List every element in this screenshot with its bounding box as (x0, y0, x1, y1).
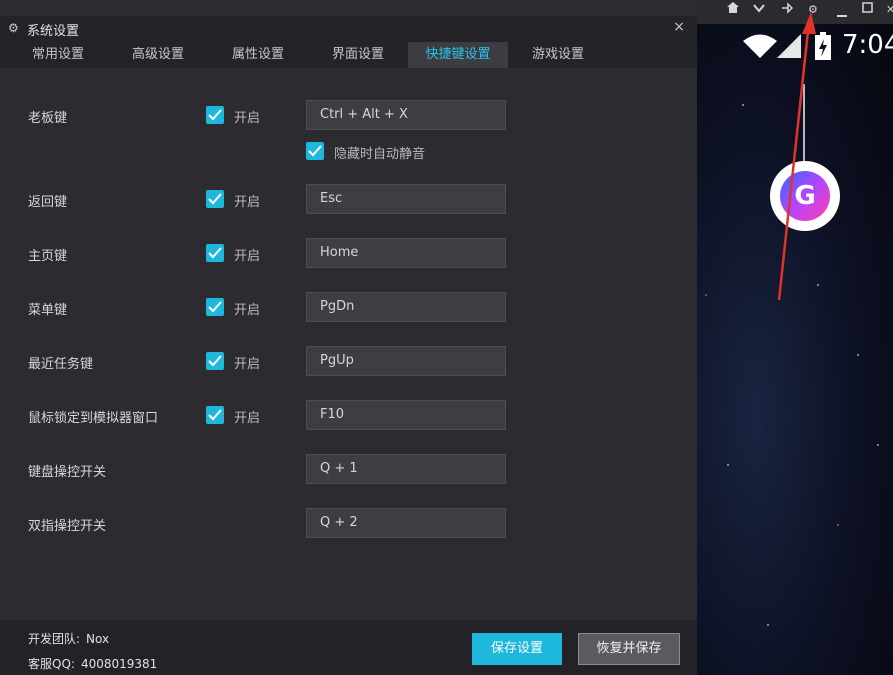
home-icon[interactable] (727, 2, 739, 18)
recent-key-field[interactable]: PgUp (306, 346, 506, 376)
tab-shortcuts[interactable]: 快捷键设置 (408, 42, 508, 68)
qq-label: 客服QQ: (28, 657, 75, 671)
keyboard-toggle-field[interactable]: Q + 1 (306, 454, 506, 484)
restore-and-save-button[interactable]: 恢复并保存 (578, 633, 680, 665)
menu-key-label: 菜单键 (28, 303, 68, 318)
status-clock: 7:04 (842, 30, 893, 60)
home-key-label: 主页键 (28, 249, 68, 264)
check-icon (308, 145, 322, 157)
keyboard-toggle-label: 键盘操控开关 (28, 465, 107, 480)
check-icon (208, 247, 222, 259)
star (767, 624, 769, 626)
recent-key-enable-label: 开启 (234, 357, 261, 372)
star (705, 294, 707, 296)
back-key-label: 返回键 (28, 195, 68, 210)
recent-key-label: 最近任务键 (28, 357, 94, 372)
team-value: Nox (86, 632, 110, 646)
star (877, 444, 879, 446)
tab-advanced[interactable]: 高级设置 (108, 42, 208, 68)
two-finger-toggle-label: 双指操控开关 (28, 519, 107, 534)
qq-info: 客服QQ: 4008019381 (28, 655, 157, 672)
signal-icon (777, 34, 801, 58)
tab-interface[interactable]: 界面设置 (308, 42, 408, 68)
boss-key-enable-label: 开启 (234, 111, 261, 126)
check-icon (208, 193, 222, 205)
dialog-title: 系统设置 (27, 24, 80, 39)
tab-game[interactable]: 游戏设置 (508, 42, 608, 68)
chevron-down-icon[interactable] (753, 2, 765, 18)
app-icon-letter: G (794, 181, 816, 211)
mouse-lock-key-field[interactable]: F10 (306, 400, 506, 430)
qq-value: 4008019381 (80, 657, 158, 671)
battery-charging-icon (815, 32, 831, 60)
two-finger-toggle-field[interactable]: Q + 2 (306, 508, 506, 538)
dialog-titlebar[interactable]: ⚙ 系统设置 × (0, 16, 697, 42)
android-status-bar: 7:04 (697, 24, 893, 68)
gear-icon[interactable]: ⚙ (808, 2, 818, 18)
home-key-field[interactable]: Home (306, 238, 506, 268)
wifi-icon (743, 34, 777, 58)
home-key-enable-checkbox[interactable] (206, 244, 224, 262)
close-icon[interactable]: × (673, 19, 685, 35)
tab-properties[interactable]: 属性设置 (208, 42, 308, 68)
app-string (803, 84, 805, 164)
star (817, 284, 819, 286)
check-icon (208, 409, 222, 421)
home-key-enable-label: 开启 (234, 249, 261, 264)
mute-on-hide-label: 隐藏时自动静音 (334, 147, 426, 162)
android-screen[interactable]: 7:04 G (697, 24, 893, 675)
tab-bar: 常用设置 高级设置 属性设置 界面设置 快捷键设置 游戏设置 (0, 42, 697, 68)
team-label: 开发团队: (28, 632, 81, 646)
menu-key-enable-checkbox[interactable] (206, 298, 224, 316)
minimize-icon[interactable] (837, 6, 847, 22)
star (857, 354, 859, 356)
pin-icon[interactable] (781, 2, 794, 19)
check-icon (208, 355, 222, 367)
boss-key-enable-checkbox[interactable] (206, 106, 224, 124)
shortcuts-panel: 老板键 开启 Ctrl + Alt + X 隐藏时自动静音 返回键 开启 Esc… (0, 68, 697, 620)
menu-key-field[interactable]: PgDn (306, 292, 506, 322)
boss-key-label: 老板键 (28, 111, 68, 126)
check-icon (208, 301, 222, 313)
app-icon-logo: G (780, 171, 830, 221)
emulator-toolbar: ⚙ ✕ (697, 0, 893, 24)
recent-key-enable-checkbox[interactable] (206, 352, 224, 370)
gear-icon: ⚙ (8, 21, 19, 35)
menu-key-enable-label: 开启 (234, 303, 261, 318)
check-icon (208, 109, 222, 121)
maximize-icon[interactable] (862, 2, 873, 18)
boss-key-field[interactable]: Ctrl + Alt + X (306, 100, 506, 130)
app-icon[interactable]: G (770, 161, 840, 231)
star (727, 464, 729, 466)
mouse-lock-key-label: 鼠标锁定到模拟器窗口 (28, 411, 159, 426)
back-key-enable-label: 开启 (234, 195, 261, 210)
close-icon[interactable]: ✕ (886, 2, 893, 18)
mute-on-hide-checkbox[interactable] (306, 142, 324, 160)
mouse-lock-key-enable-label: 开启 (234, 411, 261, 426)
star (742, 104, 744, 106)
star (837, 524, 839, 526)
tab-general[interactable]: 常用设置 (8, 42, 108, 68)
screen: ⚙ 系统设置 × 常用设置 高级设置 属性设置 界面设置 快捷键设置 游戏设置 … (0, 0, 893, 675)
mouse-lock-key-enable-checkbox[interactable] (206, 406, 224, 424)
team-info: 开发团队: Nox (28, 630, 109, 647)
settings-dialog: ⚙ 系统设置 × 常用设置 高级设置 属性设置 界面设置 快捷键设置 游戏设置 … (0, 0, 697, 675)
save-settings-button[interactable]: 保存设置 (472, 633, 562, 665)
dialog-footer: 开发团队: Nox 客服QQ: 4008019381 保存设置 恢复并保存 (0, 620, 697, 675)
back-key-field[interactable]: Esc (306, 184, 506, 214)
back-key-enable-checkbox[interactable] (206, 190, 224, 208)
